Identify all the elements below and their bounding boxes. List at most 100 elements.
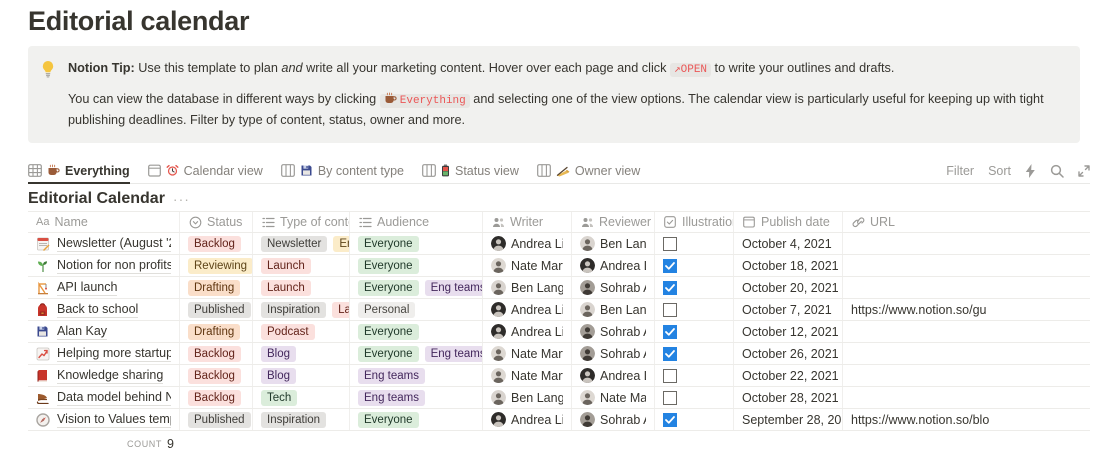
cell-status[interactable]: Drafting [180, 277, 253, 298]
view-tab-by-content-type[interactable]: By content type [281, 158, 404, 183]
view-tab-status-view[interactable]: Status view [422, 158, 519, 183]
view-tab-owner-view[interactable]: Owner view [537, 158, 640, 183]
column-header-illus[interactable]: Illustrations [655, 212, 734, 232]
cell-reviewer[interactable]: Ben Lang [572, 299, 655, 320]
cell-type-of-content[interactable]: InspirationLaunch [253, 299, 350, 320]
view-tab-calendar-view[interactable]: Calendar view [148, 158, 263, 183]
cell-url[interactable]: https://www.notion.so/gu [843, 299, 1090, 320]
cell-writer[interactable]: Ben Lang [483, 277, 572, 298]
filter-button[interactable]: Filter [946, 164, 974, 178]
checkbox-unchecked[interactable] [663, 369, 677, 383]
cell-status[interactable]: Backlog [180, 343, 253, 364]
cell-publish-date[interactable]: October 18, 2021 [734, 255, 843, 276]
column-header-reviewer[interactable]: Reviewer [572, 212, 655, 232]
cell-name[interactable]: Alan Kay [28, 321, 180, 342]
cell-reviewer[interactable]: Sohrab Amin [572, 321, 655, 342]
search-icon[interactable] [1050, 164, 1064, 178]
cell-publish-date[interactable]: October 20, 2021 [734, 277, 843, 298]
sort-button[interactable]: Sort [988, 164, 1011, 178]
cell-status[interactable]: Backlog [180, 387, 253, 408]
cell-type-of-content[interactable]: Launch [253, 255, 350, 276]
lightning-icon[interactable] [1025, 164, 1036, 178]
cell-audience[interactable]: Everyone [350, 255, 483, 276]
cell-audience[interactable]: Everyone [350, 233, 483, 254]
column-header-name[interactable]: AaName [28, 212, 180, 232]
cell-name[interactable]: Newsletter (August '21) [28, 233, 180, 254]
cell-type-of-content[interactable]: Podcast [253, 321, 350, 342]
cell-type-of-content[interactable]: Blog [253, 365, 350, 386]
view-tab-everything[interactable]: Everything [28, 158, 130, 183]
cell-type-of-content[interactable]: Launch [253, 277, 350, 298]
checkbox-unchecked[interactable] [663, 237, 677, 251]
cell-publish-date[interactable]: October 26, 2021 [734, 343, 843, 364]
cell-audience[interactable]: Eng teams [350, 387, 483, 408]
cell-status[interactable]: Published [180, 299, 253, 320]
database-menu-button[interactable]: ··· [173, 191, 190, 207]
cell-publish-date[interactable]: October 4, 2021 [734, 233, 843, 254]
cell-writer[interactable]: Andrea Lim [483, 233, 572, 254]
cell-status[interactable]: Published [180, 409, 253, 430]
cell-reviewer[interactable]: Sohrab Amin [572, 409, 655, 430]
count-value: 9 [167, 437, 174, 451]
cell-url[interactable]: https://www.notion.so/blo [843, 409, 1090, 430]
column-header-date[interactable]: Publish date [734, 212, 843, 232]
publish-date-value: September 28, 2021 [742, 413, 843, 427]
cell-publish-date[interactable]: September 28, 2021 [734, 409, 843, 430]
cell-reviewer[interactable]: Andrea Lim [572, 365, 655, 386]
column-header-audience[interactable]: Audience [350, 212, 483, 232]
cell-type-of-content[interactable]: Inspiration [253, 409, 350, 430]
notion-tip-callout: Notion Tip: Use this template to plan an… [28, 46, 1080, 143]
cell-reviewer[interactable]: Ben Lang [572, 233, 655, 254]
cell-type-of-content[interactable]: NewsletterEmail [253, 233, 350, 254]
cell-reviewer[interactable]: Nate Martins [572, 387, 655, 408]
cell-writer[interactable]: Andrea Lim [483, 299, 572, 320]
notion-page: Editorial calendar Notion Tip: Use this … [0, 0, 1108, 458]
table-row: Newsletter (August '21)BacklogNewsletter… [28, 233, 1090, 255]
checkbox-checked[interactable] [663, 413, 677, 427]
cell-name[interactable]: Vision to Values template [28, 409, 180, 430]
column-header-type[interactable]: Type of content [253, 212, 350, 232]
cell-audience[interactable]: Everyone [350, 321, 483, 342]
cell-status[interactable]: Drafting [180, 321, 253, 342]
cell-name[interactable]: Back to school [28, 299, 180, 320]
cell-publish-date[interactable]: October 12, 2021 [734, 321, 843, 342]
cell-name[interactable]: Helping more startups [28, 343, 180, 364]
checkbox-checked[interactable] [663, 347, 677, 361]
cell-writer[interactable]: Nate Martins [483, 255, 572, 276]
cell-writer[interactable]: Nate Martins [483, 365, 572, 386]
cell-writer[interactable]: Andrea Lim [483, 321, 572, 342]
column-header-writer[interactable]: Writer [483, 212, 572, 232]
cell-reviewer[interactable]: Sohrab Amin [572, 277, 655, 298]
column-header-url[interactable]: URL [843, 212, 1090, 232]
checkbox-unchecked[interactable] [663, 391, 677, 405]
expand-icon[interactable] [1078, 165, 1090, 177]
cell-audience[interactable]: Everyone [350, 409, 483, 430]
cell-type-of-content[interactable]: Tech [253, 387, 350, 408]
checkbox-checked[interactable] [663, 259, 677, 273]
cell-name[interactable]: Knowledge sharing [28, 365, 180, 386]
cell-writer[interactable]: Nate Martins [483, 343, 572, 364]
cell-audience[interactable]: Eng teams [350, 365, 483, 386]
column-header-status[interactable]: Status [180, 212, 253, 232]
cell-writer[interactable]: Ben Lang [483, 387, 572, 408]
cell-publish-date[interactable]: October 28, 2021 [734, 387, 843, 408]
cell-name[interactable]: Notion for non profits [28, 255, 180, 276]
page-name: Alan Kay [57, 324, 107, 340]
cell-audience[interactable]: EveryoneEng teams [350, 343, 483, 364]
cell-publish-date[interactable]: October 7, 2021 [734, 299, 843, 320]
checkbox-checked[interactable] [663, 325, 677, 339]
cell-audience[interactable]: Personal [350, 299, 483, 320]
cell-name[interactable]: Data model behind Notion's flexib [28, 387, 180, 408]
cell-status[interactable]: Backlog [180, 233, 253, 254]
cell-publish-date[interactable]: October 22, 2021 [734, 365, 843, 386]
cell-type-of-content[interactable]: Blog [253, 343, 350, 364]
cell-audience[interactable]: EveryoneEng teams [350, 277, 483, 298]
cell-reviewer[interactable]: Andrea Lim [572, 255, 655, 276]
checkbox-unchecked[interactable] [663, 303, 677, 317]
cell-status[interactable]: Backlog [180, 365, 253, 386]
cell-reviewer[interactable]: Sohrab Amin [572, 343, 655, 364]
cell-name[interactable]: API launch [28, 277, 180, 298]
cell-writer[interactable]: Andrea Lim [483, 409, 572, 430]
checkbox-checked[interactable] [663, 281, 677, 295]
cell-status[interactable]: Reviewing [180, 255, 253, 276]
